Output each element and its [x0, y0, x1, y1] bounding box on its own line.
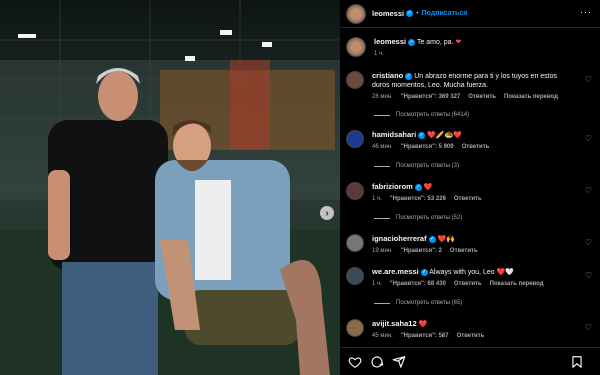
verified-badge-icon: ✓ [405, 72, 413, 80]
comments-panel: leomessi ✓ • Подписаться ··· leomessi ✓ T… [340, 0, 600, 375]
commenter-username[interactable]: fabriziorom [372, 182, 413, 191]
like-heart-icon[interactable]: ♡ [585, 186, 592, 195]
photo-illustration [0, 0, 340, 375]
caption: leomessi ✓ Te amo, pa. ❤ 1 ч. [346, 37, 594, 57]
comment-emoji: ❤️🥖🧆❤️ [427, 132, 463, 139]
commenter-avatar[interactable] [346, 267, 364, 285]
comment: fabriziorom ✓ ❤️ 1 ч. "Нравится": 53 226 От… [346, 182, 594, 202]
post-header: leomessi ✓ • Подписаться ··· [340, 0, 600, 28]
like-heart-icon[interactable]: ♡ [585, 134, 592, 143]
like-count[interactable]: "Нравится": 369 327 [401, 94, 460, 100]
author-username[interactable]: leomessi [372, 9, 404, 18]
translate-button[interactable]: Показать перевод [490, 281, 544, 287]
like-count[interactable]: "Нравится": 2 [401, 248, 442, 254]
reply-button[interactable]: Ответить [457, 333, 485, 339]
like-count[interactable]: "Нравится": 587 [401, 333, 449, 339]
caption-time: 1 ч. [374, 51, 384, 57]
comment-text: Always with you, Leo [429, 269, 495, 276]
instagram-post-view: › leomessi ✓ • Подписаться ··· leomessi ✓… [0, 0, 600, 375]
view-replies-button[interactable]: Посмотреть ответы (65) [374, 300, 462, 306]
verified-badge-icon: ✓ [428, 235, 436, 243]
comment-time: 45 мин. [372, 333, 393, 339]
comment: avijit.saha12 ❤️ 45 мин. "Нравится": 587 О… [346, 319, 594, 339]
commenter-avatar[interactable] [346, 234, 364, 252]
comment: we.are.messi ✓ Always with you, Leo ❤️🤍 1… [346, 267, 594, 287]
verified-badge-icon: ✓ [418, 131, 426, 139]
commenter-username[interactable]: hamidsahari [372, 130, 416, 139]
comment: hamidsahari ✓ ❤️🥖🧆❤️ 46 мин. "Нравится": 5… [346, 130, 594, 150]
action-bar [340, 347, 600, 375]
caption-avatar[interactable] [346, 37, 366, 57]
verified-badge-icon: ✓ [406, 10, 414, 17]
verified-badge-icon: ✓ [420, 268, 428, 276]
commenter-avatar[interactable] [346, 130, 364, 148]
reply-button[interactable]: Ответить [454, 196, 482, 202]
comment-time: 1 ч. [372, 281, 382, 287]
next-photo-button[interactable]: › [320, 206, 334, 220]
reply-button[interactable]: Ответить [454, 281, 482, 287]
like-heart-icon[interactable]: ♡ [585, 238, 592, 247]
follow-button[interactable]: Подписаться [422, 10, 468, 17]
post-photo[interactable]: › [0, 0, 340, 375]
verified-badge-icon: ✓ [408, 38, 416, 46]
verified-badge-icon: ✓ [414, 183, 422, 191]
reply-button[interactable]: Ответить [468, 94, 496, 100]
comments-list[interactable]: leomessi ✓ Te amo, pa. ❤ 1 ч. cristiano ✓ … [340, 29, 600, 345]
comment-emoji: ❤️🤍 [496, 269, 515, 276]
commenter-username[interactable]: we.are.messi [372, 267, 419, 276]
comment-time: 19 мин. [372, 248, 393, 254]
comment-emoji: ❤️ [423, 184, 433, 191]
commenter-avatar[interactable] [346, 182, 364, 200]
like-heart-icon[interactable]: ♡ [585, 323, 592, 332]
commenter-avatar[interactable] [346, 71, 364, 89]
comment-emoji: ❤️ [418, 321, 428, 328]
heart-emoji: ❤ [455, 39, 462, 46]
comment-time: 46 мин. [372, 144, 393, 150]
bookmark-icon[interactable] [570, 355, 584, 369]
comment-icon[interactable] [370, 355, 384, 369]
comment-time: 28 мин. [372, 94, 393, 100]
like-heart-icon[interactable]: ♡ [585, 75, 592, 84]
translate-button[interactable]: Показать перевод [504, 94, 558, 100]
like-count[interactable]: "Нравится": 5 909 [401, 144, 454, 150]
comment-time: 1 ч. [372, 196, 382, 202]
like-count[interactable]: "Нравится": 68 430 [390, 281, 446, 287]
view-replies-button[interactable]: Посмотреть ответы (6414) [374, 112, 469, 118]
like-heart-icon[interactable]: ♡ [585, 271, 592, 280]
reply-button[interactable]: Ответить [462, 144, 490, 150]
comment-emoji: ❤️🙌 [437, 236, 455, 243]
view-replies-button[interactable]: Посмотреть ответы (3) [374, 163, 459, 169]
reply-button[interactable]: Ответить [450, 248, 478, 254]
separator-dot: • [416, 10, 419, 17]
caption-text: Te amo, pa. [416, 39, 454, 46]
commenter-username[interactable]: ignacioherreraf [372, 234, 427, 243]
share-icon[interactable] [392, 355, 406, 369]
more-horizontal-icon[interactable]: ··· [580, 7, 592, 17]
like-count[interactable]: "Нравится": 53 226 [390, 196, 446, 202]
commenter-avatar[interactable] [346, 319, 364, 337]
commenter-username[interactable]: cristiano [372, 71, 403, 80]
view-replies-button[interactable]: Посмотреть ответы (52) [374, 215, 462, 221]
caption-username[interactable]: leomessi [374, 37, 406, 46]
heart-icon[interactable] [348, 355, 362, 369]
author-avatar[interactable] [346, 3, 366, 24]
commenter-username[interactable]: avijit.saha12 [372, 319, 417, 328]
comment: cristiano ✓ Un abrazo enorme para ti y lo… [346, 71, 594, 100]
comment: ignacioherreraf ✓ ❤️🙌 19 мин. "Нравится": … [346, 234, 594, 254]
